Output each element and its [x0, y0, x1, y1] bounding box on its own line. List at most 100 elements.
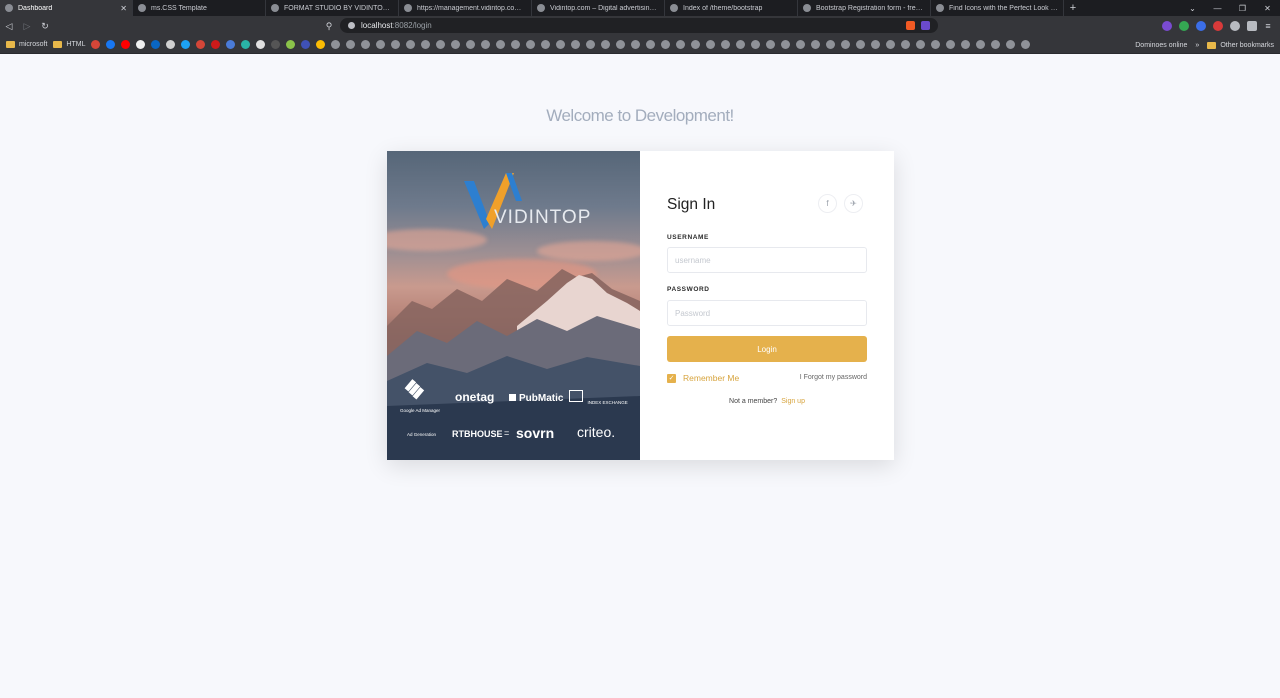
globe-icon[interactable] [511, 40, 521, 49]
bookmark-site-icon[interactable] [226, 40, 236, 49]
google-drive-icon[interactable] [316, 40, 326, 49]
close-window-icon[interactable]: ✕ [1255, 0, 1280, 16]
puzzle-icon[interactable] [1230, 21, 1240, 31]
bookmark-site-icon[interactable] [241, 40, 251, 49]
globe-icon[interactable] [931, 40, 941, 49]
tab-vidintop[interactable]: Vidintop.com – Digital advertising pla [532, 0, 665, 16]
globe-icon[interactable] [1021, 40, 1031, 49]
twitter-icon[interactable] [181, 40, 191, 49]
globe-icon[interactable] [766, 40, 776, 49]
close-icon[interactable]: ✕ [120, 4, 127, 13]
brave-rewards-icon[interactable] [921, 21, 930, 30]
globe-icon[interactable] [391, 40, 401, 49]
bookmark-dominoes[interactable]: Dominoes online [1135, 42, 1187, 49]
globe-icon[interactable] [331, 40, 341, 49]
back-icon[interactable]: ◁ [0, 16, 18, 36]
username-input[interactable] [667, 247, 867, 273]
globe-icon[interactable] [916, 40, 926, 49]
youtube-icon[interactable] [121, 40, 131, 49]
globe-icon[interactable] [796, 40, 806, 49]
gmail-icon[interactable] [91, 40, 101, 49]
login-button[interactable]: Login [667, 336, 867, 362]
forward-icon[interactable]: ▷ [18, 16, 36, 36]
globe-icon[interactable] [406, 40, 416, 49]
globe-icon[interactable] [481, 40, 491, 49]
minimize-icon[interactable]: — [1205, 0, 1230, 16]
globe-icon[interactable] [631, 40, 641, 49]
globe-icon[interactable] [646, 40, 656, 49]
globe-icon[interactable] [541, 40, 551, 49]
facebook-icon[interactable] [106, 40, 116, 49]
reload-icon[interactable]: ↻ [36, 16, 54, 36]
globe-icon[interactable] [691, 40, 701, 49]
tab-format-studio[interactable]: FORMAT STUDIO BY VIDINTOP.COM [266, 0, 399, 16]
globe-icon[interactable] [436, 40, 446, 49]
globe-icon[interactable] [571, 40, 581, 49]
extension-icon[interactable] [1162, 21, 1172, 31]
globe-icon[interactable] [661, 40, 671, 49]
globe-icon[interactable] [871, 40, 881, 49]
restore-icon[interactable]: ❐ [1230, 0, 1255, 16]
bookmark-other[interactable]: Other bookmarks [1207, 41, 1274, 49]
tab-search-icon[interactable]: ⌄ [1180, 0, 1205, 16]
globe-icon[interactable] [856, 40, 866, 49]
globe-icon[interactable] [976, 40, 986, 49]
globe-icon[interactable] [526, 40, 536, 49]
tab-dashboard[interactable]: Dashboard ✕ [0, 0, 133, 16]
bookmark-site-icon[interactable] [256, 40, 266, 49]
globe-icon[interactable] [466, 40, 476, 49]
globe-icon[interactable] [751, 40, 761, 49]
bookmark-html[interactable]: HTML [53, 41, 85, 48]
globe-icon[interactable] [376, 40, 386, 49]
tab-index-bootstrap[interactable]: Index of /theme/bootstrap [665, 0, 798, 16]
globe-icon[interactable] [421, 40, 431, 49]
globe-icon[interactable] [361, 40, 371, 49]
globe-icon[interactable] [901, 40, 911, 49]
globe-icon[interactable] [736, 40, 746, 49]
globe-icon[interactable] [811, 40, 821, 49]
site-info-icon[interactable] [348, 22, 355, 29]
tab-management[interactable]: https://management.vidintop.com/log [399, 0, 532, 16]
globe-icon[interactable] [586, 40, 596, 49]
bookmark-microsoft[interactable]: microsoft [6, 41, 47, 48]
globe-icon[interactable] [676, 40, 686, 49]
new-tab-button[interactable]: + [1064, 0, 1082, 16]
globe-icon[interactable] [991, 40, 1001, 49]
globe-icon[interactable] [721, 40, 731, 49]
twitter-button[interactable]: ✈ [844, 194, 863, 213]
forgot-password-link[interactable]: I Forgot my password [800, 374, 867, 381]
bookmark-icon[interactable]: ⚲ [322, 16, 336, 36]
signup-link[interactable]: Sign up [781, 398, 805, 405]
opera-icon[interactable] [211, 40, 221, 49]
tab-mscss[interactable]: ms.CSS Template [133, 0, 266, 16]
extension-icon[interactable] [1179, 21, 1189, 31]
tab-bootstrap-registration[interactable]: Bootstrap Registration form - free exa [798, 0, 931, 16]
extension-icon[interactable] [1213, 21, 1223, 31]
wallet-icon[interactable] [1247, 21, 1257, 31]
brave-shield-icon[interactable] [906, 21, 915, 30]
globe-icon[interactable] [961, 40, 971, 49]
github-icon[interactable] [136, 40, 146, 49]
address-bar[interactable]: localhost:8082/login [340, 18, 938, 33]
globe-icon[interactable] [556, 40, 566, 49]
extension-icon[interactable] [1196, 21, 1206, 31]
globe-icon[interactable] [706, 40, 716, 49]
globe-icon[interactable] [601, 40, 611, 49]
tab-find-icons[interactable]: Find Icons with the Perfect Look & Fe [931, 0, 1064, 16]
chatgpt-icon[interactable] [166, 40, 176, 49]
bookmarks-overflow-button[interactable]: » [1195, 42, 1199, 49]
globe-icon[interactable] [946, 40, 956, 49]
password-input[interactable] [667, 300, 867, 326]
globe-icon[interactable] [886, 40, 896, 49]
globe-icon[interactable] [346, 40, 356, 49]
bookmark-site-icon[interactable] [301, 40, 311, 49]
globe-icon[interactable] [1006, 40, 1016, 49]
remember-me-checkbox[interactable]: ✓ Remember Me [667, 373, 739, 383]
linkedin-icon[interactable] [151, 40, 161, 49]
bookmark-site-icon[interactable] [271, 40, 281, 49]
globe-icon[interactable] [781, 40, 791, 49]
bookmark-site-icon[interactable] [286, 40, 296, 49]
facebook-button[interactable]: f [818, 194, 837, 213]
globe-icon[interactable] [841, 40, 851, 49]
globe-icon[interactable] [496, 40, 506, 49]
